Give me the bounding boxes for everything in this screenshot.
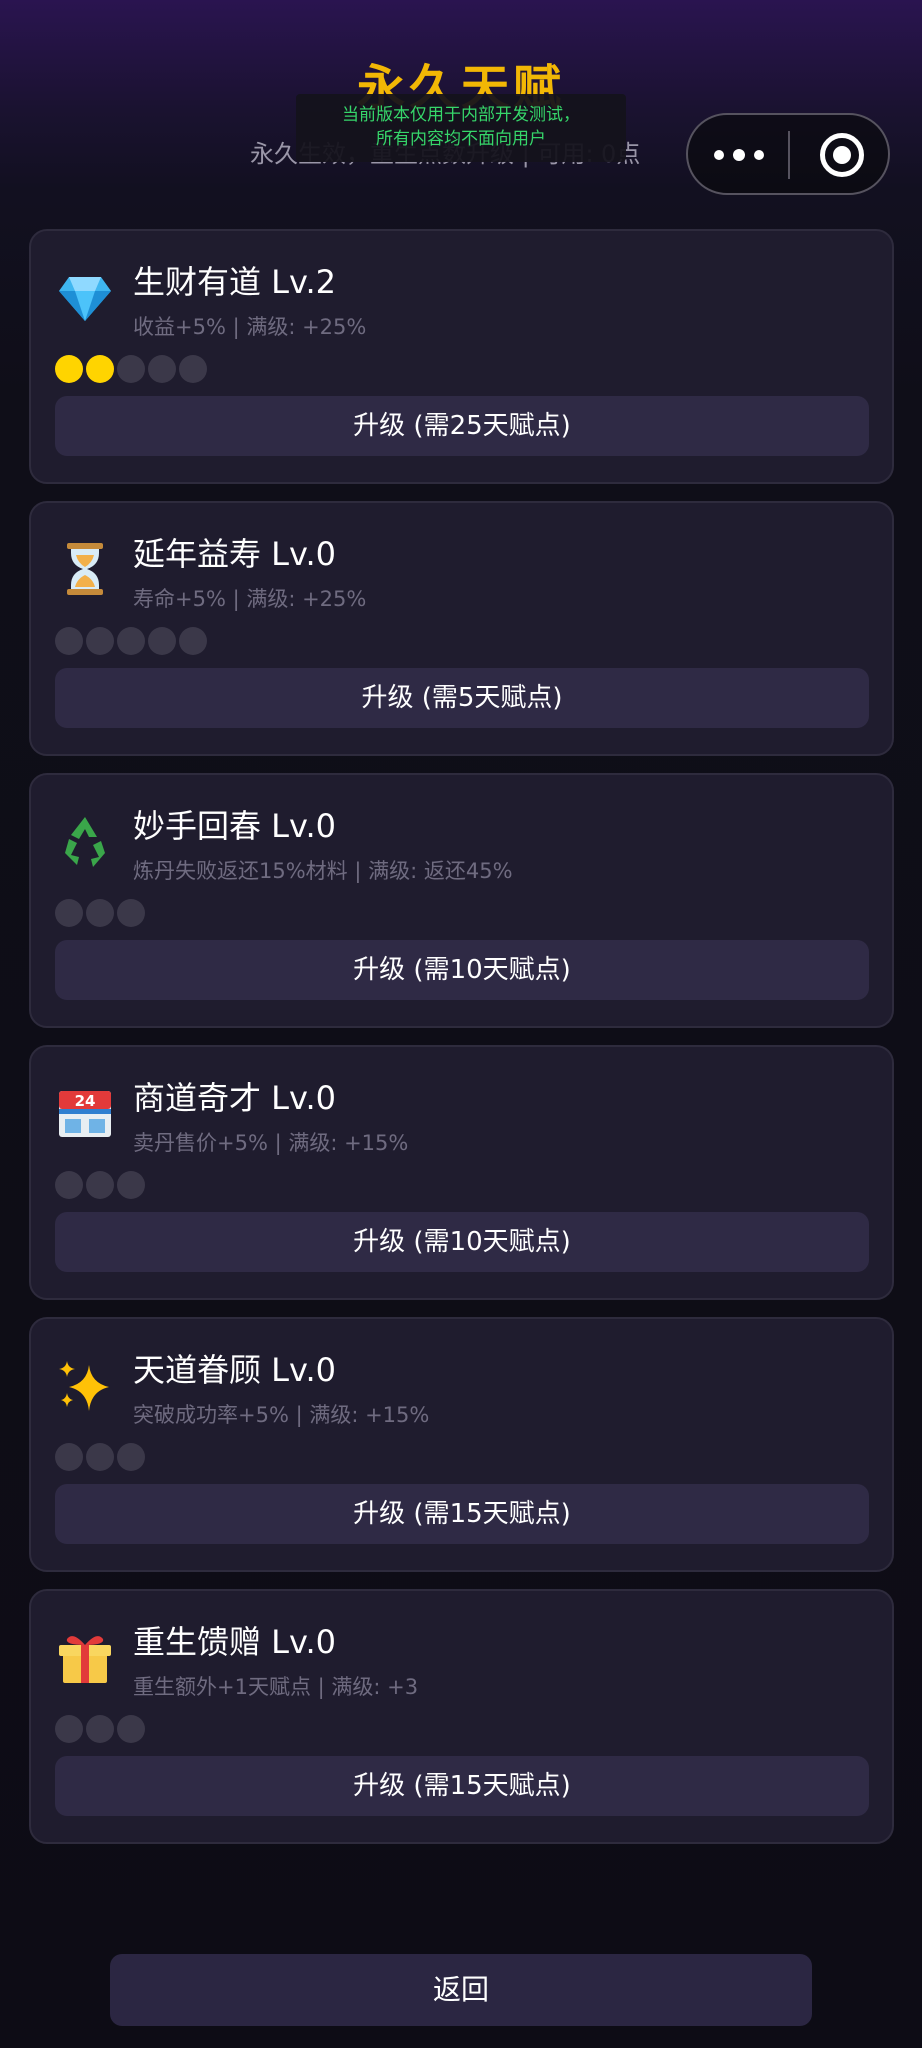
level-dot-empty [86, 899, 114, 927]
page-header: 永久天赋 永久生效，重生点数升级 | 可用: 0点 当前版本仅用于内部开发测试，… [0, 0, 922, 210]
level-dot-empty [55, 1715, 83, 1743]
level-dot-empty [117, 627, 145, 655]
store-24-icon: 24 [59, 1091, 111, 1137]
level-dots [55, 1715, 148, 1743]
talent-name: 生财有道 Lv.2 [133, 263, 336, 301]
capsule-divider [788, 131, 790, 179]
upgrade-button[interactable]: 升级 (需25天赋点) [55, 396, 869, 456]
talent-card-alchemy-refund: 妙手回春 Lv.0 炼丹失败返还15%材料 | 满级: 返还45% 升级 (需1… [29, 773, 894, 1028]
gem-icon [59, 277, 111, 321]
talent-card-rebirth-gift: 重生馈赠 Lv.0 重生额外+1天赋点 | 满级: +3 升级 (需15天赋点) [29, 1589, 894, 1844]
upgrade-button[interactable]: 升级 (需15天赋点) [55, 1756, 869, 1816]
level-dot-empty [117, 355, 145, 383]
talent-desc: 重生额外+1天赋点 | 满级: +3 [133, 1675, 419, 1699]
talent-desc: 寿命+5% | 满级: +25% [133, 587, 367, 611]
level-dot-empty [179, 627, 207, 655]
talent-name: 重生馈赠 Lv.0 [133, 1623, 336, 1661]
level-dot-empty [148, 627, 176, 655]
talent-desc: 卖丹售价+5% | 满级: +15% [133, 1131, 409, 1155]
level-dot-empty [117, 1443, 145, 1471]
level-dot-empty [86, 1715, 114, 1743]
level-dot-filled [55, 355, 83, 383]
dev-banner-line-1: 当前版本仅用于内部开发测试， [342, 105, 580, 125]
level-dot-empty [55, 899, 83, 927]
talent-name: 妙手回春 Lv.0 [133, 807, 336, 845]
level-dots [55, 627, 210, 655]
talent-card-heaven-favor: 天道眷顾 Lv.0 突破成功率+5% | 满级: +15% 升级 (需15天赋点… [29, 1317, 894, 1572]
level-dot-empty [117, 899, 145, 927]
more-dots-icon[interactable] [714, 135, 768, 175]
level-dot-empty [117, 1715, 145, 1743]
dev-test-banner: 当前版本仅用于内部开发测试， 所有内容均不面向用户 [296, 94, 626, 162]
level-dot-empty [86, 1171, 114, 1199]
sparkles-icon [59, 1361, 109, 1411]
gift-icon [59, 1636, 111, 1683]
upgrade-button[interactable]: 升级 (需10天赋点) [55, 1212, 869, 1272]
svg-text:24: 24 [75, 1092, 96, 1110]
level-dot-filled [86, 355, 114, 383]
level-dot-empty [55, 1443, 83, 1471]
upgrade-button[interactable]: 升级 (需15天赋点) [55, 1484, 869, 1544]
level-dots [55, 1171, 148, 1199]
hourglass-icon [67, 543, 103, 595]
upgrade-button[interactable]: 升级 (需10天赋点) [55, 940, 869, 1000]
miniapp-capsule [686, 113, 890, 195]
talent-card-longevity: 延年益寿 Lv.0 寿命+5% | 满级: +25% 升级 (需5天赋点) [29, 501, 894, 756]
level-dot-empty [179, 355, 207, 383]
level-dots [55, 899, 148, 927]
level-dot-empty [86, 627, 114, 655]
dev-banner-line-2: 所有内容均不面向用户 [376, 129, 546, 149]
talent-desc: 收益+5% | 满级: +25% [133, 315, 367, 339]
talent-card-trade: 24 商道奇才 Lv.0 卖丹售价+5% | 满级: +15% 升级 (需10天… [29, 1045, 894, 1300]
talent-name: 天道眷顾 Lv.0 [133, 1351, 336, 1389]
recycle-icon [65, 817, 105, 867]
back-button[interactable]: 返回 [110, 1954, 812, 2026]
level-dots [55, 355, 210, 383]
level-dot-empty [148, 355, 176, 383]
talent-desc: 突破成功率+5% | 满级: +15% [133, 1403, 430, 1427]
talent-name: 延年益寿 Lv.0 [133, 535, 336, 573]
talent-name: 商道奇才 Lv.0 [133, 1079, 336, 1117]
talent-card-wealth: 生财有道 Lv.2 收益+5% | 满级: +25% 升级 (需25天赋点) [29, 229, 894, 484]
upgrade-button[interactable]: 升级 (需5天赋点) [55, 668, 869, 728]
target-close-icon[interactable] [820, 133, 864, 177]
level-dot-empty [55, 1171, 83, 1199]
level-dot-empty [86, 1443, 114, 1471]
level-dot-empty [55, 627, 83, 655]
talent-desc: 炼丹失败返还15%材料 | 满级: 返还45% [133, 859, 513, 883]
level-dot-empty [117, 1171, 145, 1199]
level-dots [55, 1443, 148, 1471]
